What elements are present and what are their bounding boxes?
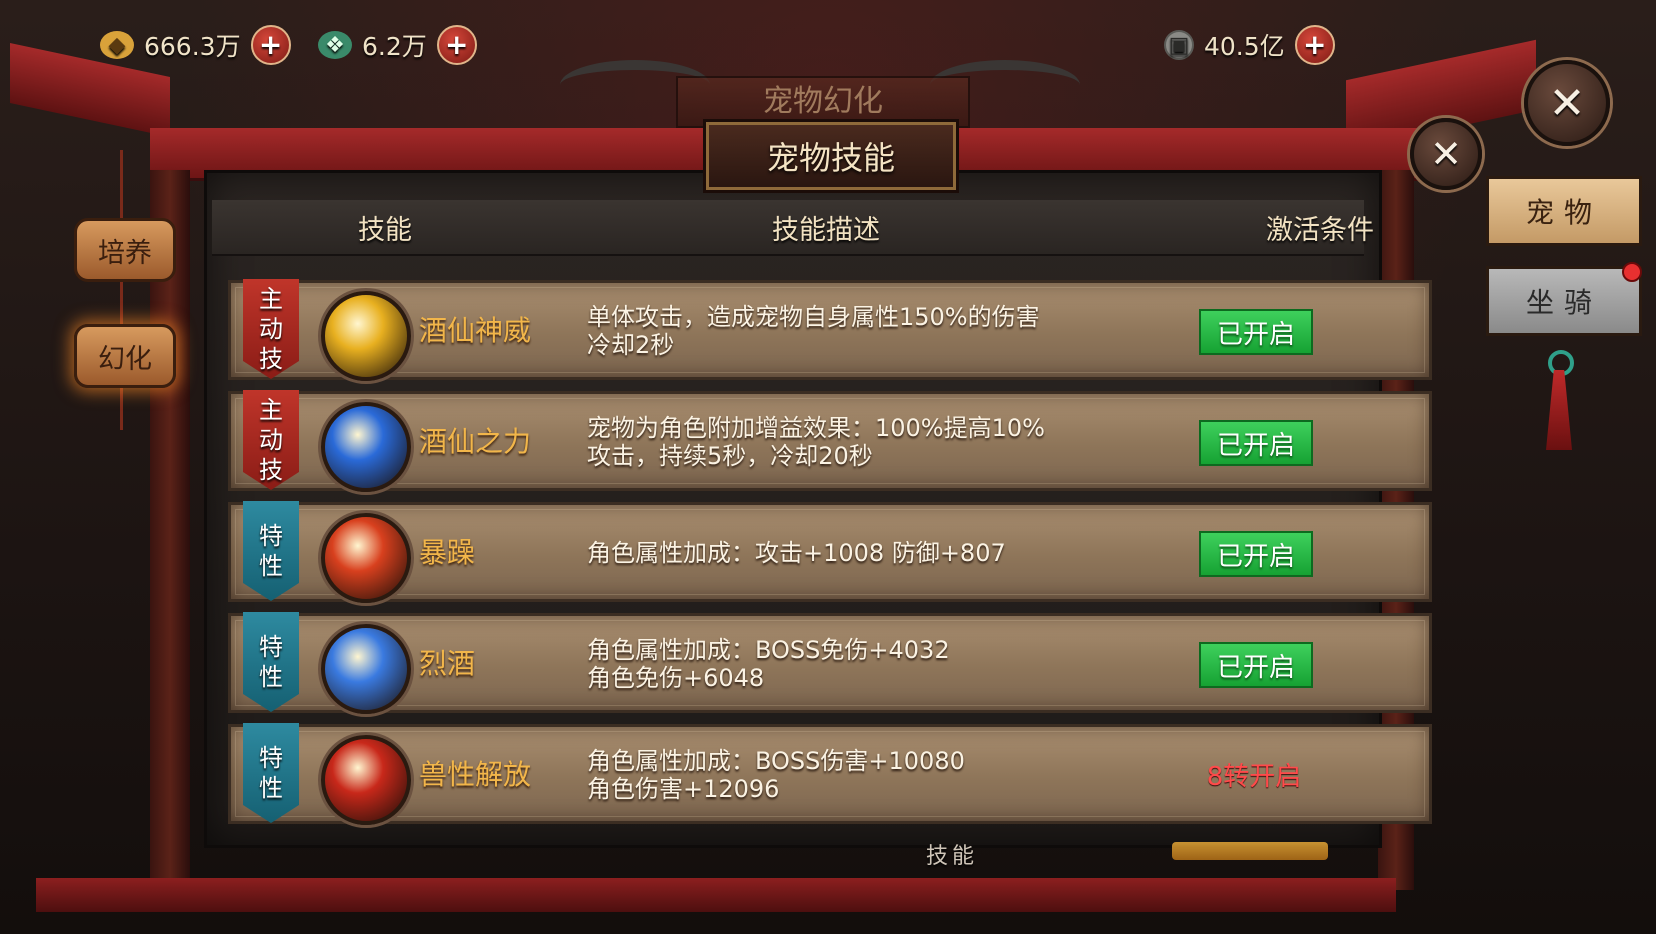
skill-row[interactable]: 主动技 酒仙之力 宠物为角色附加增益效果：100%提高10% 攻击，持续5秒，冷却20… [228,390,1432,492]
skill-description-line: 角色属性加成：BOSS伤害+10080 [587,747,965,775]
gold-ingot-icon: ◆ [100,31,134,59]
status-badge-unlocked: 已开启 [1199,642,1313,688]
currency-gold: ◆ 666.3万 + [100,22,291,68]
skill-description-line: 攻击，持续5秒，冷却20秒 [587,442,873,470]
active-skill-ribbon: 主动技 [243,279,299,379]
skill-description: 角色属性加成：BOSS伤害+10080 角色伤害+12096 [587,747,965,803]
tab-transform[interactable]: 幻化 [74,324,176,388]
column-header-condition: 激活条件 [1266,215,1374,246]
dialog-title: 宠物技能 [703,119,959,193]
ribbon-char: 特 [259,744,283,772]
skill-name: 酒仙之力 [419,425,532,458]
tab-train-label: 培养 [98,237,152,269]
skill-row[interactable]: 主动技 酒仙神威 单体攻击，造成宠物自身属性150%的伤害 冷却2秒 已开启 [228,279,1432,381]
skill-name: 暴躁 [419,536,476,569]
status-locked: 8转开启 [1206,761,1302,792]
bottom-tab-label: 技能 [926,844,979,869]
currency-gold-amount: 666.3万 [144,32,241,61]
skill-name: 烈酒 [419,647,476,680]
skill-row[interactable]: 特性 兽性解放 角色属性加成：BOSS伤害+10080 角色伤害+12096 8转开启 [228,723,1432,825]
coin-icon: ▣ [1164,30,1194,60]
trait-ribbon: 特性 [243,723,299,823]
status-badge-unlocked: 已开启 [1199,531,1313,577]
ribbon-char: 性 [259,552,283,580]
currency-jade: ❖ 6.2万 + [318,22,477,68]
add-jade-button[interactable]: + [436,25,477,65]
add-gold-button[interactable]: + [250,25,291,65]
skill-description-line: 角色属性加成：攻击+1008 防御+807 [587,539,1006,567]
ribbon-char: 性 [259,774,283,802]
skill-description-line: 角色属性加成：BOSS免伤+4032 [587,636,950,664]
outer-close-button[interactable]: ✕ [1524,60,1610,146]
jade-pendant-icon: ❖ [318,31,352,59]
floor-beam [36,878,1396,912]
status-badge-unlocked: 已开启 [1199,309,1313,355]
tab-pet[interactable]: 宠物 [1486,176,1642,246]
ribbon-char: 性 [259,663,283,691]
skill-row[interactable]: 特性 暴躁 角色属性加成：攻击+1008 防御+807 已开启 [228,501,1432,603]
skill-icon[interactable] [321,402,411,492]
ribbon-char: 动 [259,426,283,454]
skill-description-line: 冷却2秒 [587,331,675,359]
column-header-description: 技能描述 [772,215,880,246]
skill-name: 兽性解放 [419,758,532,791]
ribbon-char: 主 [259,285,283,313]
tab-mount[interactable]: 坐骑 [1486,266,1642,336]
skill-description-line: 单体攻击，造成宠物自身属性150%的伤害 [587,303,1040,331]
ribbon-char: 技 [259,345,283,373]
close-icon: ✕ [1430,132,1462,176]
active-skill-ribbon: 主动技 [243,390,299,490]
skill-name: 酒仙神威 [419,314,532,347]
skill-description: 角色属性加成：BOSS免伤+4032 角色免伤+6048 [587,636,950,692]
ribbon-char: 动 [259,315,283,343]
skill-icon[interactable] [321,513,411,603]
tab-train[interactable]: 培养 [74,218,176,282]
notification-dot [1622,262,1642,282]
bottom-action-bar [1172,842,1328,860]
skill-description-line: 角色伤害+12096 [587,775,780,803]
skill-description: 宠物为角色附加增益效果：100%提高10% 攻击，持续5秒，冷却20秒 [587,414,1045,470]
tab-pet-label: 宠物 [1525,196,1602,229]
ribbon-char: 技 [259,456,283,484]
skill-description: 角色属性加成：攻击+1008 防御+807 [587,539,1006,567]
tab-transform-label: 幻化 [98,343,152,375]
currency-jade-amount: 6.2万 [362,32,427,61]
currency-coin-amount: 40.5亿 [1204,32,1285,61]
close-icon: ✕ [1548,77,1586,129]
currency-coin: ▣ 40.5亿 + [1164,22,1335,68]
skill-description-line: 角色免伤+6048 [587,664,765,692]
left-tab-cord [120,150,123,430]
skill-icon[interactable] [321,735,411,825]
add-coin-button[interactable]: + [1294,25,1335,65]
column-header-skill: 技能 [358,215,412,246]
dialog-close-button[interactable]: ✕ [1410,118,1482,190]
trait-ribbon: 特性 [243,612,299,712]
status-badge-unlocked: 已开启 [1199,420,1313,466]
skill-icon[interactable] [321,291,411,381]
skill-row[interactable]: 特性 烈酒 角色属性加成：BOSS免伤+4032 角色免伤+6048 已开启 [228,612,1432,714]
ribbon-char: 特 [259,633,283,661]
ribbon-char: 特 [259,522,283,550]
dialog-title-text: 宠物技能 [766,139,895,177]
skill-description: 单体攻击，造成宠物自身属性150%的伤害 冷却2秒 [587,303,1040,359]
skill-description-line: 宠物为角色附加增益效果：100%提高10% [587,414,1045,442]
ribbon-char: 主 [259,396,283,424]
background-window-title: 宠物幻化 [676,76,970,128]
tab-mount-label: 坐骑 [1525,286,1602,319]
trait-ribbon: 特性 [243,501,299,601]
skill-icon[interactable] [321,624,411,714]
